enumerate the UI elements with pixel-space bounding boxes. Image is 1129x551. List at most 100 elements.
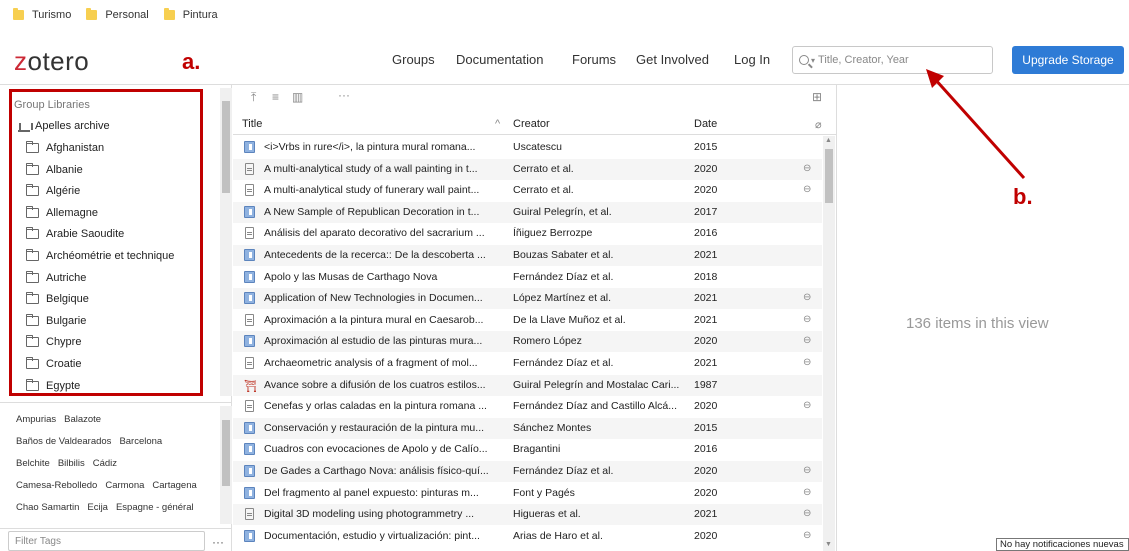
book-icon [244, 205, 255, 218]
column-title[interactable]: Title [242, 118, 262, 130]
item-creator: Fernández Díaz et al. [513, 270, 614, 283]
nav-groups[interactable]: Groups [392, 52, 435, 67]
document-icon [245, 184, 254, 197]
item-row[interactable]: Aproximación al estudio de las pinturas … [233, 331, 822, 353]
item-creator: Guiral Pelegrín and Mostalac Cari... [513, 378, 680, 391]
item-row[interactable]: Documentación, estudio y virtualización:… [233, 526, 822, 547]
document-icon [245, 357, 254, 369]
item-row[interactable]: Conservación y restauración de la pintur… [233, 417, 822, 439]
item-creator: Guiral Pelegrín, et al. [513, 205, 612, 218]
item-row[interactable]: A New Sample of Republican Decoration in… [233, 201, 822, 223]
item-row[interactable]: Antecedents de la recerca:: De la descob… [233, 245, 822, 266]
item-date: 2021 [694, 292, 718, 305]
tag-item[interactable]: Cádiz [93, 458, 117, 469]
item-row[interactable]: A multi-analytical study of a wall paint… [233, 158, 822, 180]
more-options-button[interactable]: ··· [338, 88, 350, 102]
item-row[interactable]: Application of New Technologies in Docum… [233, 288, 822, 310]
item-row[interactable]: De Gades a Carthago Nova: análisis físic… [233, 461, 822, 482]
item-date: 2020 [694, 486, 718, 499]
tag-item[interactable]: Ecija [87, 502, 108, 513]
item-date: 2021 [694, 508, 718, 521]
item-date: 2020 [694, 400, 718, 413]
tag-item[interactable]: Baños de Valdearados [16, 436, 111, 447]
bookmark-pintura[interactable]: Pintura [163, 8, 218, 21]
upload-icon[interactable]: ⤒ [251, 90, 256, 105]
sort-asc-icon[interactable]: ^ [495, 118, 500, 130]
item-title: Antecedents de la recerca:: De la descob… [264, 249, 486, 261]
columns-icon[interactable]: ⊞ [812, 90, 822, 104]
tag-row: Chao Samartin Ecija Espagne - général [16, 502, 202, 513]
collections-scroll-thumb[interactable] [222, 101, 230, 193]
column-date[interactable]: Date [694, 118, 717, 130]
library-view-icon[interactable]: ▥ [292, 90, 303, 104]
item-row[interactable]: Archaeometric analysis of a fragment of … [233, 353, 822, 374]
item-row[interactable]: Cuadros con evocaciones de Apolo y de Ca… [233, 439, 822, 460]
sort-icon[interactable]: ≡ [272, 90, 279, 104]
tag-item[interactable]: Camesa-Rebolledo [16, 480, 97, 491]
item-row[interactable]: ⛩ Avance sobre a difusión de los cuatros … [233, 374, 822, 396]
tag-options-button[interactable]: ··· [212, 535, 224, 549]
item-title: Cuadros con evocaciones de Apolo y de Ca… [264, 443, 488, 456]
link-icon: ⊖ [803, 335, 812, 346]
bookmark-turismo[interactable]: Turismo [13, 8, 71, 21]
item-row[interactable]: Digital 3D modeling using photogrammetry… [233, 504, 822, 526]
item-date: 2020 [694, 335, 718, 348]
link-icon: ⊖ [803, 292, 812, 303]
document-icon [245, 162, 254, 175]
scroll-up-icon[interactable]: ▲ [825, 137, 832, 144]
items-scroll-thumb[interactable] [825, 149, 833, 203]
link-icon: ⊖ [803, 184, 812, 195]
item-row[interactable]: Del fragmento al panel expuesto: pintura… [233, 483, 822, 504]
tag-item[interactable]: Balazote [64, 414, 101, 425]
nav-log-in[interactable]: Log In [734, 52, 770, 67]
item-row[interactable]: Análisis del aparato decorativo del sacr… [233, 223, 822, 244]
tags-scroll-thumb[interactable] [222, 420, 230, 486]
tag-item[interactable]: Carmona [105, 480, 144, 491]
item-creator: Sánchez Montes [513, 421, 592, 434]
item-date: 1987 [694, 378, 718, 391]
tag-row: Ampurias Balazote [16, 414, 109, 425]
attachment-icon[interactable]: ⌀ [815, 118, 822, 131]
link-icon: ⊖ [803, 486, 812, 497]
tag-item[interactable]: Cartagena [152, 480, 196, 491]
item-title: Digital 3D modeling using photogrammetry… [264, 508, 475, 521]
nav-forums[interactable]: Forums [572, 52, 616, 67]
annotation-box-a [9, 89, 203, 396]
link-icon: ⊖ [803, 465, 812, 475]
item-row[interactable]: Aproximación a la pintura mural en Caesa… [233, 310, 822, 331]
tag-item[interactable]: Espagne - général [116, 502, 194, 513]
item-date: 2021 [694, 249, 718, 261]
item-creator: Fernández Díaz and Castillo Alcá... [513, 400, 678, 413]
scroll-down-icon[interactable]: ▼ [825, 541, 832, 548]
column-creator[interactable]: Creator [513, 118, 550, 130]
item-creator: Romero López [513, 335, 582, 348]
item-date: 2016 [694, 227, 718, 240]
zotero-logo[interactable]: zotero [14, 46, 89, 77]
item-title: Avance sobre a difusión de los cuatros e… [264, 378, 486, 391]
bookmark-personal[interactable]: Personal [86, 8, 149, 21]
item-date: 2021 [694, 313, 718, 326]
link-icon: ⊖ [803, 508, 812, 519]
item-row[interactable]: <i>Vrbs in rure</i>, la pintura mural ro… [233, 137, 822, 158]
item-title: Aproximación a la pintura mural en Caesa… [264, 313, 484, 326]
item-creator: Cerrato et al. [513, 162, 574, 175]
item-title: Aproximación al estudio de las pinturas … [264, 335, 483, 348]
item-date: 2015 [694, 421, 718, 434]
tag-item[interactable]: Belchite [16, 458, 50, 469]
item-row[interactable]: Cenefas y orlas caladas en la pintura ro… [233, 396, 822, 417]
filter-tags-input[interactable]: Filter Tags [8, 531, 205, 551]
item-row[interactable]: Apolo y las Musas de Carthago Nova Fernán… [233, 267, 822, 288]
annotation-a: a. [182, 49, 201, 74]
tag-item[interactable]: Bilbilis [58, 458, 85, 469]
nav-get-involved[interactable]: Get Involved [636, 52, 709, 67]
nav-documentation[interactable]: Documentation [456, 52, 543, 67]
link-icon: ⊖ [803, 162, 812, 173]
document-icon [245, 400, 254, 413]
tags-divider [0, 402, 232, 403]
tag-item[interactable]: Ampurias [16, 414, 56, 425]
item-creator: De la Llave Muñoz et al. [513, 313, 626, 326]
link-icon: ⊖ [803, 529, 812, 540]
tag-item[interactable]: Barcelona [119, 436, 162, 447]
tag-item[interactable]: Chao Samartin [16, 502, 79, 513]
item-row[interactable]: A multi-analytical study of funerary wal… [233, 180, 822, 201]
